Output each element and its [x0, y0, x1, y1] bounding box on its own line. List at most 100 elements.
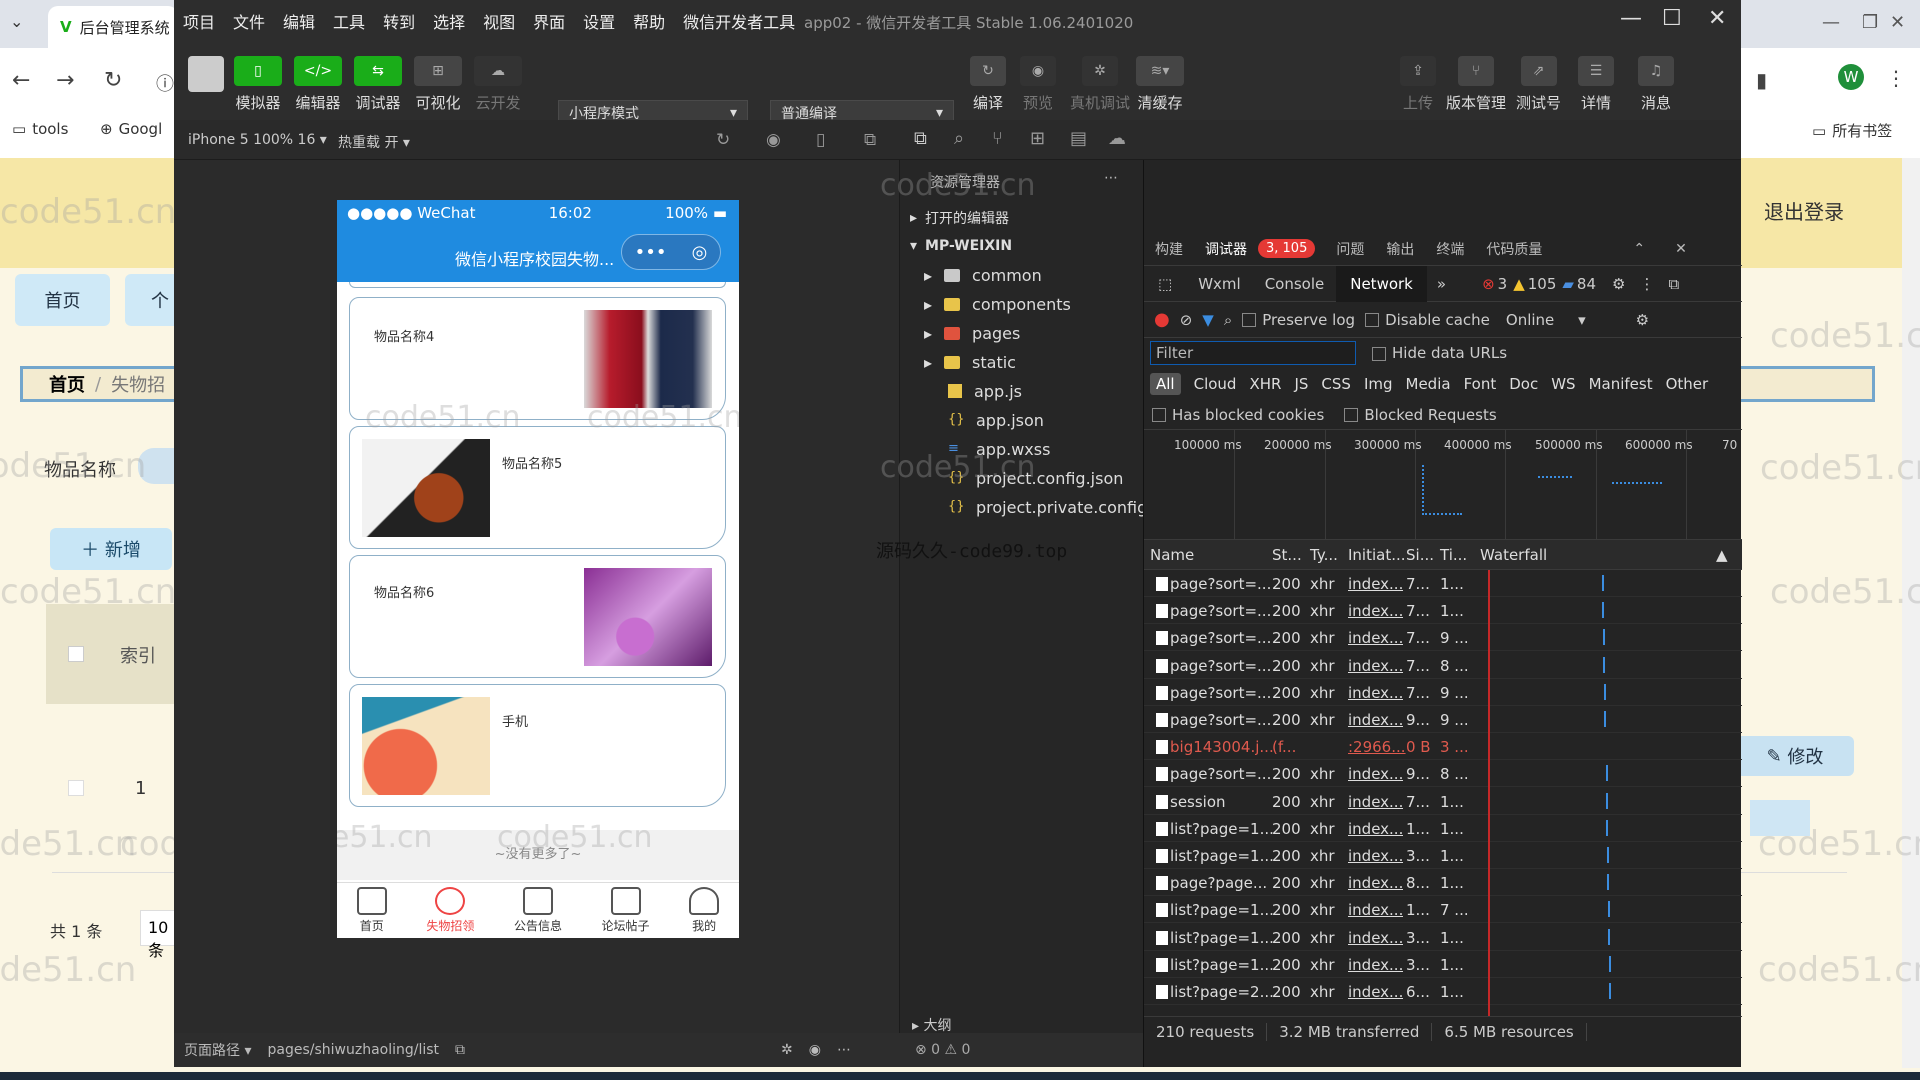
close-icon[interactable]: ✕	[1708, 6, 1726, 31]
preserve-log-checkbox[interactable]: Preserve log	[1242, 311, 1355, 329]
more-icon[interactable]: •••	[635, 242, 667, 263]
add-button[interactable]: ＋ 新增	[50, 528, 172, 570]
breadcrumb-home[interactable]: 首页	[49, 371, 85, 397]
network-request-row[interactable]: page?page... 200 xhr index... 8... 1...	[1144, 869, 1742, 897]
search-icon[interactable]: ⌕	[1224, 311, 1232, 329]
gear-icon[interactable]: ⚙	[1636, 311, 1649, 329]
close-icon[interactable]: ✕	[1675, 241, 1687, 257]
select-all-checkbox[interactable]	[68, 646, 84, 662]
request-initiator[interactable]: index...	[1348, 901, 1403, 919]
network-request-row[interactable]: list?page=1... 200 xhr index... 1... 1...	[1144, 815, 1742, 842]
request-initiator[interactable]: index...	[1348, 956, 1403, 974]
type-css[interactable]: CSS	[1321, 375, 1351, 393]
copy-icon[interactable]: ⧉	[455, 1042, 465, 1058]
logout-link[interactable]: 退出登录	[1764, 196, 1844, 225]
tab-mine[interactable]: 我的	[689, 887, 720, 934]
tab-problems[interactable]: 问题	[1325, 239, 1375, 259]
request-initiator[interactable]: index...	[1348, 629, 1403, 647]
visual-button[interactable]: ⊞ 可视化	[414, 56, 462, 113]
tab-notices[interactable]: 公告信息	[514, 887, 562, 934]
col-type[interactable]: Ty...	[1310, 546, 1338, 564]
sort-up-icon[interactable]: ▲	[1716, 546, 1728, 564]
tab-terminal[interactable]: 终端	[1425, 239, 1475, 259]
blocked-requests-checkbox[interactable]: Blocked Requests	[1344, 406, 1497, 424]
phone-icon[interactable]: ▯	[816, 130, 825, 150]
request-initiator[interactable]: index...	[1348, 820, 1403, 838]
item-card[interactable]: 手机	[349, 684, 726, 807]
network-request-row[interactable]: list?page=2... 200 xhr index... 6... 1...	[1144, 978, 1742, 1005]
request-initiator[interactable]: index...	[1348, 711, 1403, 729]
rotate-icon[interactable]: ↻	[716, 130, 730, 150]
avatar[interactable]: W	[1838, 64, 1864, 90]
minimize-icon[interactable]: —	[1620, 6, 1642, 31]
more-icon[interactable]: ⋯	[1104, 170, 1118, 186]
network-request-row[interactable]: page?sort=... 200 xhr index... 7... 8 ...	[1144, 652, 1742, 679]
menu-file[interactable]: 文件	[224, 9, 274, 33]
network-request-row[interactable]: session 200 xhr index... 7... 1...	[1144, 788, 1742, 815]
back-icon[interactable]: ←	[12, 68, 30, 93]
disable-cache-checkbox[interactable]: Disable cache	[1365, 311, 1490, 329]
menu-select[interactable]: 选择	[424, 9, 474, 33]
row-checkbox[interactable]	[68, 780, 84, 796]
clear-icon[interactable]: ⊘	[1180, 311, 1193, 329]
forward-icon[interactable]: →	[56, 68, 74, 93]
menu-edit[interactable]: 编辑	[274, 9, 324, 33]
file-project-private-config[interactable]: {} project.private.config.js...	[900, 493, 1180, 521]
filter-input[interactable]: Filter	[1150, 341, 1356, 365]
record-icon[interactable]: ●	[1154, 309, 1170, 330]
throttle-select[interactable]: Online ▾	[1506, 311, 1586, 329]
messages-button[interactable]: ♫ 消息	[1638, 56, 1674, 113]
preview-button[interactable]: ◉ 预览	[1020, 56, 1056, 113]
minimize-icon[interactable]: —	[1822, 12, 1840, 33]
inspect-icon[interactable]: ⬚	[1144, 275, 1186, 293]
sidepanel-icon[interactable]: ▮	[1756, 68, 1767, 92]
file-app-json[interactable]: {} app.json	[900, 406, 1144, 434]
restore-icon[interactable]: ❐	[1862, 12, 1878, 33]
tab-console[interactable]: Console	[1253, 275, 1337, 293]
close-icon[interactable]: ✕	[1890, 12, 1905, 33]
vertical-scrollbar[interactable]	[1902, 158, 1920, 1068]
detach-icon[interactable]: ⧉	[864, 130, 876, 150]
network-request-row[interactable]: list?page=1... 200 xhr index... 3... 1...	[1144, 842, 1742, 869]
eye-icon[interactable]: ◉	[809, 1042, 821, 1058]
panel-icon[interactable]: ▤	[1070, 128, 1087, 149]
record-icon[interactable]: ◉	[766, 130, 781, 150]
request-initiator[interactable]: index...	[1348, 684, 1403, 702]
menu-devtools[interactable]: 微信开发者工具	[674, 9, 804, 33]
info-icon[interactable]: ⓘ	[156, 70, 174, 96]
more-icon[interactable]: ⋮	[1886, 66, 1906, 90]
col-time[interactable]: Ti...	[1440, 546, 1467, 564]
outline-section[interactable]: ▸ 大纲	[900, 1015, 951, 1035]
file-app-js[interactable]: app.js	[900, 377, 1144, 405]
tab-debugger[interactable]: 调试器	[1194, 239, 1258, 259]
edit-button[interactable]: ✎ 修改	[1736, 736, 1854, 776]
menu-goto[interactable]: 转到	[374, 9, 424, 33]
tab-wxml[interactable]: Wxml	[1186, 275, 1253, 293]
nav-home[interactable]: 首页	[15, 274, 110, 326]
network-request-row[interactable]: page?sort=... 200 xhr index... 7... 1...	[1144, 570, 1742, 597]
compile-button[interactable]: ↻ 编译	[970, 56, 1006, 113]
tab-code-quality[interactable]: 代码质量	[1475, 239, 1553, 259]
maximize-icon[interactable]: ☐	[1662, 6, 1682, 31]
kebab-icon[interactable]: ⋮	[1639, 275, 1654, 293]
bug-icon[interactable]: ✲	[781, 1042, 793, 1058]
device-select[interactable]: iPhone 5 100% 16 ▾	[188, 132, 327, 148]
bookmark-tools[interactable]: ▭ tools	[12, 120, 68, 138]
request-initiator[interactable]: index...	[1348, 657, 1403, 675]
tab-forum[interactable]: 论坛帖子	[602, 887, 650, 934]
bookmark-google[interactable]: ⊕ Googl	[100, 120, 162, 138]
has-blocked-cookies-checkbox[interactable]: Has blocked cookies	[1152, 406, 1324, 424]
remote-debug-button[interactable]: ✲ 真机调试	[1070, 56, 1130, 113]
request-initiator[interactable]: index...	[1348, 874, 1403, 892]
search-icon[interactable]: ⌕	[954, 128, 964, 149]
project-root[interactable]: ▾ MP-WEIXIN	[900, 232, 1144, 260]
type-font[interactable]: Font	[1464, 375, 1497, 393]
tab-list-icon[interactable]: ⌄	[10, 12, 23, 31]
chevron-up-icon[interactable]: ⌃	[1633, 241, 1645, 257]
type-doc[interactable]: Doc	[1509, 375, 1538, 393]
git-icon[interactable]: ⑂	[992, 128, 1003, 149]
request-initiator[interactable]: index...	[1348, 602, 1403, 620]
details-button[interactable]: ☰ 详情	[1578, 56, 1614, 113]
network-request-row[interactable]: list?page=1... 200 xhr index... 3... 1...	[1144, 924, 1742, 951]
type-manifest[interactable]: Manifest	[1589, 375, 1653, 393]
